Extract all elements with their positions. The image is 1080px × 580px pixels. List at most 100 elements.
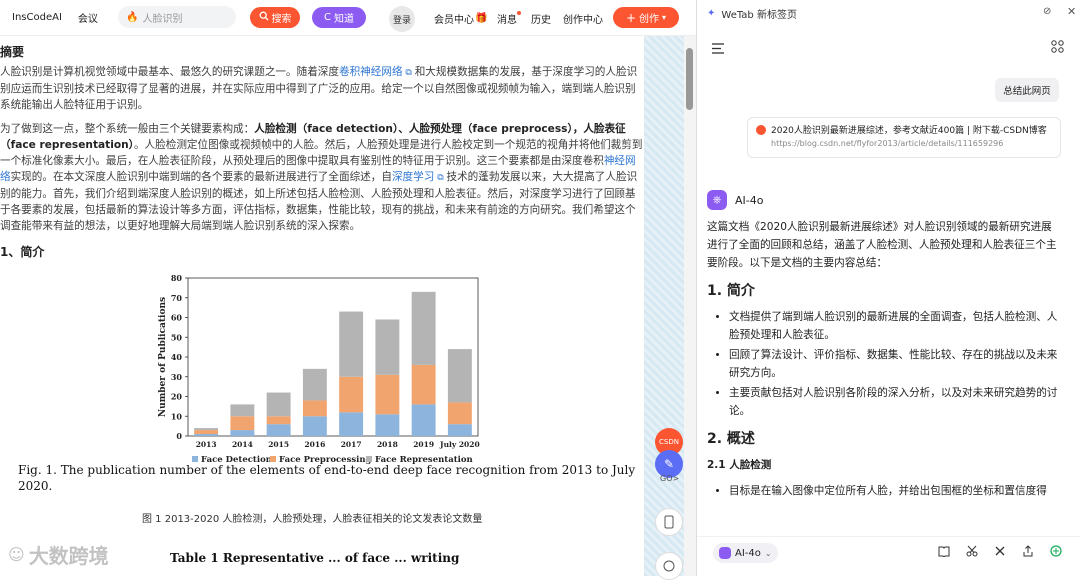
- top-nav: InsCodeAI 会议 🔥 人脸识别 搜索 C 知道 登录 会员中心 🎁 消息…: [0, 0, 696, 36]
- list-item: 文档提供了端到端人脸识别的最新进展的全面调查，包括人脸检测、人脸预处理和人脸表征…: [729, 308, 1061, 344]
- ai-name: AI-4o: [735, 193, 764, 207]
- list-item: 回顾了算法设计、评价指标、数据集、性能比较、存在的挑战以及未来研究方向。: [729, 346, 1061, 382]
- scissors-icon[interactable]: [966, 545, 978, 557]
- bar-segment: [447, 424, 472, 436]
- ai-response: 这篇文档《2020人脸识别最新进展综述》对人脸识别领域的最新研究进展进行了全面的…: [707, 218, 1061, 502]
- p2-text-a: 为了做到这一点，整个系统一般由三个关键要素构成：: [0, 123, 255, 135]
- book-icon[interactable]: [938, 545, 950, 557]
- y-tick-label: 10: [171, 411, 183, 421]
- x-tick-label: 2014: [232, 440, 253, 449]
- creator-center-link[interactable]: 创作中心: [563, 0, 603, 36]
- messages-link[interactable]: 消息: [497, 0, 521, 36]
- bar-segment: [230, 430, 255, 436]
- response-subheading-detection: 2.1 人脸检测: [707, 459, 772, 471]
- y-tick-label: 60: [171, 313, 183, 323]
- y-tick-label: 70: [171, 293, 183, 303]
- model-label: AI-4o: [735, 547, 761, 559]
- login-button[interactable]: 登录: [389, 6, 415, 32]
- abstract-heading: 摘要: [0, 45, 25, 59]
- abstract-paragraph-1: 人脸识别是计算机视觉领域中最基本、最悠久的研究课题之一。随着深度卷积神经网络 ⧉…: [0, 64, 644, 113]
- cnn-link[interactable]: 卷积神经网络: [339, 66, 403, 78]
- list-item: 主要贡献包括对人脸识别各阶段的深入分析，以及对未来研究趋势的讨论。: [729, 384, 1061, 420]
- panel-title-bar: ✦ WeTab 新标签页: [707, 6, 797, 21]
- x-tick-label: 2018: [377, 440, 398, 449]
- close-icon[interactable]: ✕: [1067, 5, 1076, 18]
- model-logo-icon: [719, 547, 731, 559]
- bar-segment: [194, 428, 219, 431]
- create-button[interactable]: + 创作 ▾: [613, 7, 679, 28]
- bar-segment: [411, 291, 436, 365]
- section-heading-intro: 1、简介: [0, 245, 45, 259]
- decorative-stripe: [644, 36, 684, 576]
- bar-segment: [339, 311, 364, 377]
- wetab-logo-icon: ✦: [707, 8, 716, 19]
- watermark-text: 大数跨境: [28, 544, 109, 568]
- search-placeholder: 人脸识别: [142, 13, 183, 25]
- publication-bar-chart: 0 10 20 30 40 50 60 70 80 Number of Publications 2…: [158, 273, 480, 464]
- fire-icon: 🔥: [126, 11, 139, 23]
- bar-segment: [411, 364, 436, 405]
- deep-learning-link[interactable]: 深度学习: [392, 171, 434, 183]
- wetab-side-panel: ✦ WeTab 新标签页 ⊘ ✕ 总结此网页 2020人脸识别最新进展综述，参考…: [697, 0, 1080, 576]
- tool-icons: [938, 545, 1062, 557]
- menu-icon[interactable]: [712, 39, 724, 58]
- tools-icon[interactable]: [994, 545, 1006, 557]
- source-title: 2020人脸识别最新进展综述，参考文献近400篇 | 附下载-CSDN博客: [771, 126, 1047, 136]
- gift-icon: 🎁: [475, 12, 488, 24]
- search-button[interactable]: 搜索: [250, 7, 300, 28]
- meeting-link[interactable]: 会议: [78, 10, 98, 25]
- chevron-down-icon: ▾: [662, 13, 667, 22]
- pin-icon[interactable]: ⊘: [1043, 6, 1051, 17]
- csdn-favicon-icon: [756, 124, 766, 135]
- x-tick-label: July 2020: [439, 440, 480, 449]
- notification-dot: [517, 11, 521, 15]
- x-tick-label: 2016: [304, 440, 325, 449]
- source-card[interactable]: 2020人脸识别最新进展综述，参考文献近400篇 | 附下载-CSDN博客 ht…: [747, 117, 1061, 158]
- intro-bullet-list: 文档提供了端到端人脸识别的最新进展的全面调查，包括人脸检测、人脸预处理和人脸表征…: [707, 308, 1061, 420]
- scroll-thumb[interactable]: [686, 48, 693, 110]
- bar-segment: [302, 416, 327, 436]
- model-selector[interactable]: AI-4o ⌄: [713, 543, 778, 563]
- x-tick-label: 2019: [413, 440, 434, 449]
- ai-avatar-icon: ⎈: [707, 190, 727, 210]
- search-icon: [259, 11, 269, 24]
- ai-header: ⎈ AI-4o: [707, 190, 763, 210]
- brand-link[interactable]: InsCodeAI: [12, 12, 62, 23]
- new-chat-icon[interactable]: [1050, 545, 1062, 557]
- abstract-paragraph-2: 为了做到这一点，整个系统一般由三个关键要素构成：人脸检测（face detect…: [0, 121, 644, 234]
- article-scrollbar[interactable]: [684, 36, 696, 576]
- member-label: 会员中心: [434, 14, 474, 26]
- phone-icon[interactable]: [655, 508, 683, 536]
- bar-segment: [230, 404, 255, 417]
- zhidao-button[interactable]: C 知道: [312, 7, 366, 28]
- bar-segment: [266, 424, 291, 436]
- grid-menu-icon[interactable]: [1051, 38, 1064, 57]
- member-center-link[interactable]: 会员中心 🎁: [434, 0, 487, 36]
- bar-segment: [266, 392, 291, 417]
- go-label[interactable]: GO>: [660, 474, 679, 483]
- history-link[interactable]: 历史: [531, 0, 551, 36]
- y-tick-label: 50: [171, 332, 183, 342]
- share-icon[interactable]: [1022, 545, 1034, 557]
- detection-bullet-list: 目标是在输入图像中定位所有人脸，并给出包围框的坐标和置信度得: [707, 482, 1061, 500]
- summarize-page-button[interactable]: 总结此网页: [995, 78, 1059, 102]
- bar-segment: [194, 434, 219, 436]
- panel-title: WeTab 新标签页: [721, 10, 797, 21]
- response-heading-intro: 1. 简介: [707, 283, 755, 299]
- list-item: 目标是在输入图像中定位所有人脸，并给出包围框的坐标和置信度得: [729, 482, 1061, 500]
- y-tick-label: 20: [171, 392, 183, 402]
- create-label: 创作: [639, 14, 660, 25]
- article-body: 摘要 人脸识别是计算机视觉领域中最基本、最悠久的研究课题之一。随着深度卷积神经网…: [0, 36, 644, 576]
- y-axis-label: Number of Publications: [158, 297, 168, 417]
- c-logo-icon: C: [324, 12, 331, 23]
- p1-text-a: 人脸识别是计算机视觉领域中最基本、最悠久的研究课题之一。随着深度: [0, 66, 339, 78]
- bar-segment: [194, 430, 219, 435]
- plus-icon: +: [625, 10, 637, 25]
- search-input[interactable]: 🔥 人脸识别: [118, 6, 236, 28]
- x-tick-label: 2013: [196, 440, 217, 449]
- bar-segment: [302, 400, 327, 417]
- bar-segment: [375, 319, 400, 375]
- response-heading-overview: 2. 概述: [707, 431, 755, 447]
- y-tick-label: 0: [176, 431, 182, 441]
- y-tick-label: 80: [171, 273, 183, 283]
